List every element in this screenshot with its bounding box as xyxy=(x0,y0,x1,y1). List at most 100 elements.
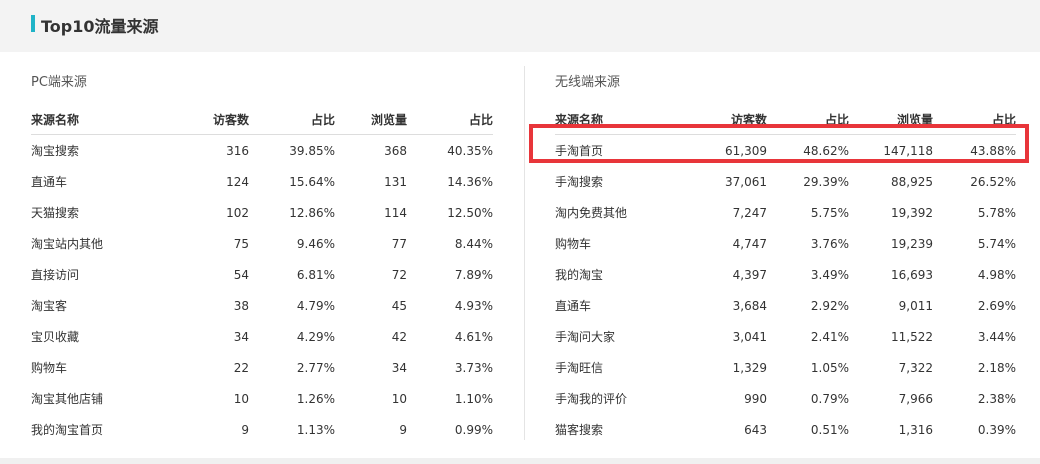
source-name: 天猫搜索 xyxy=(31,206,80,220)
table-row: 天猫搜索 102 12.86% 114 12.50% xyxy=(31,197,493,228)
table-row: 直通车 3,684 2.92% 9,011 2.69% xyxy=(555,290,1016,321)
table-row: 购物车 4,747 3.76% 19,239 5.74% xyxy=(555,228,1016,259)
table-row: 手淘我的评价 990 0.79% 7,966 2.38% xyxy=(555,383,1016,414)
pc-sources-table: 来源名称 访客数 占比 浏览量 占比 淘宝搜索 316 39.85% 368 40.35% 直通车… xyxy=(31,104,493,445)
table-cell: 16,693 xyxy=(891,267,933,282)
table-cell: 6.81% xyxy=(296,267,335,282)
table-cell: 0.39% xyxy=(977,422,1016,437)
column-header: 占比 xyxy=(407,104,493,135)
table-cell: 10 xyxy=(391,391,407,406)
table-cell: 10 xyxy=(233,391,249,406)
traffic-sources-panel: PC端来源 无线端来源 来源名称 访客数 占比 浏览量 占比 淘宝搜索 316 39.85%… xyxy=(0,52,1040,458)
table-cell: 22 xyxy=(233,360,249,375)
table-cell: 4.29% xyxy=(296,329,335,344)
table-cell: 3.44% xyxy=(977,329,1016,344)
source-name: 直通车 xyxy=(555,299,592,313)
source-name: 我的淘宝首页 xyxy=(31,423,104,437)
section-title: Top10流量来源 xyxy=(41,17,159,36)
table-row: 手淘搜索 37,061 29.39% 88,925 26.52% xyxy=(555,166,1016,197)
table-row: 猫客搜索 643 0.51% 1,316 0.39% xyxy=(555,414,1016,445)
table-row: 直接访问 54 6.81% 72 7.89% xyxy=(31,259,493,290)
table-cell: 7,966 xyxy=(898,391,933,406)
table-cell: 7,322 xyxy=(898,360,933,375)
table-cell: 77 xyxy=(391,236,407,251)
table-cell: 643 xyxy=(744,422,767,437)
table-cell: 7.89% xyxy=(454,267,493,282)
table-cell: 4.98% xyxy=(977,267,1016,282)
table-cell: 368 xyxy=(384,143,407,158)
table-row: 我的淘宝首页 9 1.13% 9 0.99% xyxy=(31,414,493,445)
table-cell: 14.36% xyxy=(447,174,493,189)
table-cell: 131 xyxy=(384,174,407,189)
table-row: 宝贝收藏 34 4.29% 42 4.61% xyxy=(31,321,493,352)
table-cell: 5.75% xyxy=(810,205,849,220)
table-cell: 1.10% xyxy=(454,391,493,406)
table-cell: 54 xyxy=(233,267,249,282)
table-cell: 38 xyxy=(233,298,249,313)
source-name: 淘宝站内其他 xyxy=(31,237,104,251)
mobile-sources-title: 无线端来源 xyxy=(555,75,621,90)
table-cell: 2.41% xyxy=(810,329,849,344)
table-cell: 2.38% xyxy=(977,391,1016,406)
source-name: 淘宝其他店铺 xyxy=(31,392,104,406)
table-cell: 40.35% xyxy=(447,143,493,158)
table-cell: 3.76% xyxy=(810,236,849,251)
table-cell: 9,011 xyxy=(898,298,933,313)
table-cell: 5.78% xyxy=(977,205,1016,220)
table-cell: 2.69% xyxy=(977,298,1016,313)
table-cell: 9 xyxy=(399,422,407,437)
table-cell: 1.05% xyxy=(810,360,849,375)
source-name: 手淘问大家 xyxy=(555,330,616,344)
table-cell: 114 xyxy=(384,205,407,220)
table-cell: 0.51% xyxy=(810,422,849,437)
table-row: 直通车 124 15.64% 131 14.36% xyxy=(31,166,493,197)
table-cell: 1.26% xyxy=(296,391,335,406)
table-row: 手淘旺信 1,329 1.05% 7,322 2.18% xyxy=(555,352,1016,383)
source-name: 淘宝搜索 xyxy=(31,144,80,158)
table-cell: 3.73% xyxy=(454,360,493,375)
source-name: 购物车 xyxy=(555,237,592,251)
title-accent-bar xyxy=(31,15,35,32)
source-name: 手淘搜索 xyxy=(555,175,604,189)
table-header-row: 来源名称 访客数 占比 浏览量 占比 xyxy=(31,104,493,135)
source-name: 猫客搜索 xyxy=(555,423,604,437)
highlight-box xyxy=(529,124,1029,163)
section-header: Top10流量来源 xyxy=(0,0,1040,52)
table-cell: 0.99% xyxy=(454,422,493,437)
table-cell: 75 xyxy=(233,236,249,251)
table-cell: 19,239 xyxy=(891,236,933,251)
source-name: 我的淘宝 xyxy=(555,268,604,282)
source-name: 直接访问 xyxy=(31,268,80,282)
table-cell: 8.44% xyxy=(454,236,493,251)
column-header: 占比 xyxy=(249,104,335,135)
source-name: 直通车 xyxy=(31,175,68,189)
table-cell: 4.61% xyxy=(454,329,493,344)
table-cell: 316 xyxy=(226,143,249,158)
table-cell: 124 xyxy=(226,174,249,189)
table-row: 我的淘宝 4,397 3.49% 16,693 4.98% xyxy=(555,259,1016,290)
source-name: 手淘旺信 xyxy=(555,361,604,375)
table-cell: 1,316 xyxy=(898,422,933,437)
table-cell: 15.64% xyxy=(289,174,335,189)
table-row: 购物车 22 2.77% 34 3.73% xyxy=(31,352,493,383)
pc-sources-title: PC端来源 xyxy=(31,75,87,90)
source-name: 手淘我的评价 xyxy=(555,392,628,406)
column-header: 浏览量 xyxy=(335,104,407,135)
table-cell: 1.13% xyxy=(296,422,335,437)
table-cell: 12.50% xyxy=(447,205,493,220)
table-cell: 9 xyxy=(241,422,249,437)
table-cell: 3,684 xyxy=(732,298,767,313)
table-cell: 34 xyxy=(391,360,407,375)
table-cell: 12.86% xyxy=(289,205,335,220)
table-row: 淘宝站内其他 75 9.46% 77 8.44% xyxy=(31,228,493,259)
source-name: 购物车 xyxy=(31,361,68,375)
table-cell: 5.74% xyxy=(977,236,1016,251)
column-header: 来源名称 xyxy=(31,104,181,135)
table-row: 手淘问大家 3,041 2.41% 11,522 3.44% xyxy=(555,321,1016,352)
table-cell: 11,522 xyxy=(891,329,933,344)
table-cell: 3.49% xyxy=(810,267,849,282)
table-cell: 26.52% xyxy=(970,174,1016,189)
source-name: 淘内免费其他 xyxy=(555,206,628,220)
column-divider xyxy=(524,66,525,440)
column-header: 访客数 xyxy=(181,104,249,135)
